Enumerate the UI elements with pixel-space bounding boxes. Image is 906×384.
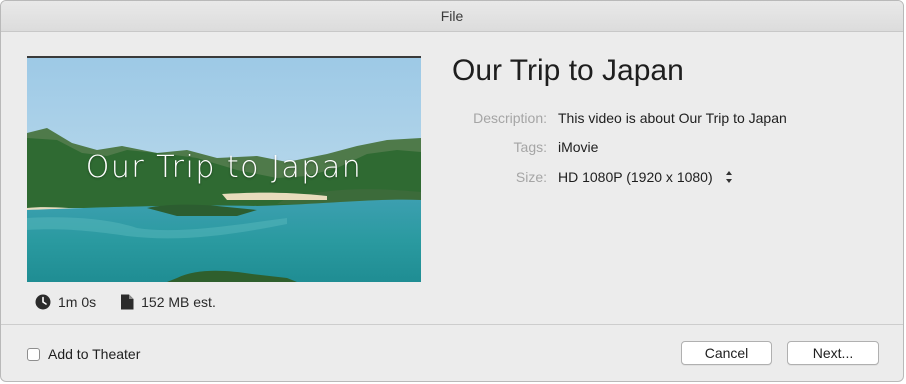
next-button[interactable]: Next...: [787, 341, 879, 365]
size-label: Size:: [515, 169, 547, 185]
description-row: Description: This video is about Our Tri…: [441, 108, 787, 128]
video-thumbnail: Our Trip to Japan: [27, 56, 421, 282]
project-title[interactable]: Our Trip to Japan: [452, 54, 684, 88]
add-to-theater-label[interactable]: Add to Theater: [48, 346, 140, 362]
duration-info: 1m 0s: [35, 294, 96, 310]
dialog-footer: Add to Theater Cancel Next...: [1, 324, 903, 381]
file-size-info: 152 MB est.: [120, 294, 216, 310]
tags-label: Tags:: [513, 139, 547, 155]
video-meta: 1m 0s 152 MB est.: [35, 294, 240, 310]
size-popup[interactable]: HD 1080P (1920 x 1080): [558, 169, 713, 185]
window-title: File: [1, 1, 903, 32]
checkbox-box[interactable]: [27, 347, 40, 361]
tags-field[interactable]: iMovie: [558, 139, 598, 155]
tags-row: Tags: iMovie: [441, 137, 599, 157]
description-label: Description:: [473, 110, 547, 126]
thumbnail-title-overlay: Our Trip to Japan: [85, 150, 363, 185]
size-row: Size: HD 1080P (1920 x 1080): [441, 167, 733, 187]
cancel-button[interactable]: Cancel: [681, 341, 772, 365]
share-file-dialog: File Our Trip to Japan 1m 0s 152 MB est.…: [0, 0, 904, 382]
dialog-content: Our Trip to Japan 1m 0s 152 MB est. Our …: [1, 32, 903, 324]
duration-text: 1m 0s: [58, 294, 97, 310]
description-field[interactable]: This video is about Our Trip to Japan: [558, 110, 787, 126]
add-to-theater-checkbox[interactable]: Add to Theater: [27, 346, 140, 362]
clock-icon: [35, 294, 51, 310]
file-size-text: 152 MB est.: [141, 294, 216, 310]
up-down-stepper-icon[interactable]: [725, 170, 733, 184]
document-icon: [121, 294, 134, 310]
